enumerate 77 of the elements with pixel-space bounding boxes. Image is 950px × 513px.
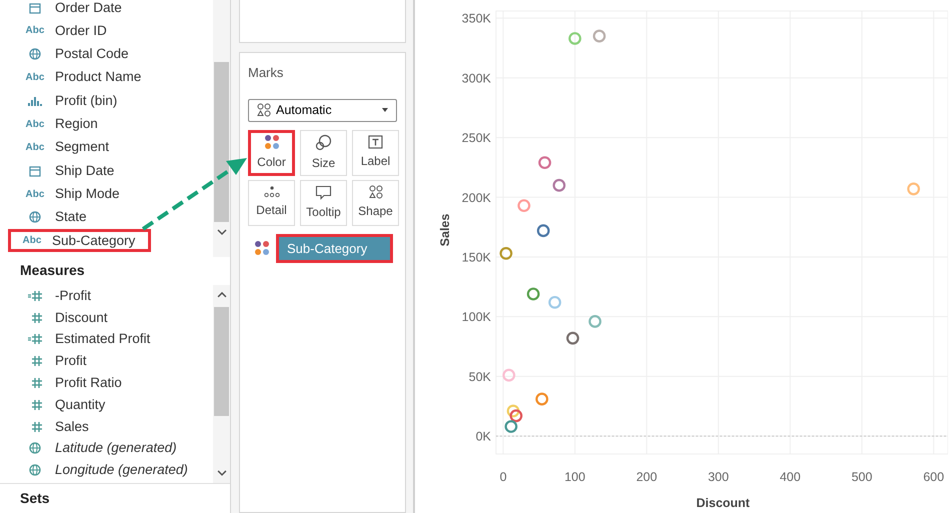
field-pill[interactable]: Sub-Category xyxy=(276,234,393,263)
field-item[interactable]: Ship Date xyxy=(0,159,213,182)
field-item[interactable]: Sales xyxy=(0,416,213,438)
shapes-icon xyxy=(368,185,382,199)
axis-tick-label: 300K xyxy=(462,71,491,86)
field-item[interactable]: State xyxy=(0,206,213,229)
field-item[interactable]: Longitude (generated) xyxy=(0,459,213,482)
color-dots-icon xyxy=(264,134,280,150)
field-item[interactable]: Postal Code xyxy=(0,42,213,66)
mark-type-dropdown[interactable]: Automatic xyxy=(248,98,397,122)
scroll-down-icon[interactable] xyxy=(216,227,228,237)
marks-card-button[interactable]: Detail xyxy=(248,180,295,226)
globe-icon xyxy=(29,464,41,476)
string-type-icon: Abc xyxy=(26,23,44,38)
axis-tick-label: 500 xyxy=(851,470,872,484)
caret-icon xyxy=(381,107,389,113)
section-header: Sets xyxy=(19,489,51,508)
size-circles-icon xyxy=(315,134,332,150)
field-item[interactable]: Profit Ratio xyxy=(0,372,213,394)
field-item[interactable]: Order Date xyxy=(0,0,213,20)
marks-title: Marks xyxy=(248,64,284,82)
field-item[interactable]: Profit xyxy=(0,350,213,372)
speech-bubble-icon xyxy=(315,184,332,200)
shapes-icon xyxy=(257,103,271,117)
field-item[interactable]: Estimated Profit xyxy=(0,328,213,350)
axis-tick-label: 0K xyxy=(476,430,491,444)
field-item[interactable]: Abc Product Name xyxy=(0,66,213,90)
scroll-up-icon[interactable] xyxy=(216,290,228,300)
scrollbar-thumb[interactable] xyxy=(214,306,229,416)
marks-card-button[interactable]: Label xyxy=(352,130,399,176)
field-item[interactable]: Abc Ship Mode xyxy=(0,182,213,206)
string-type-icon: Abc xyxy=(26,140,44,155)
axis-tick-label: 100 xyxy=(564,470,586,484)
marks-card-button[interactable]: Shape xyxy=(352,180,399,226)
calculated-measure-icon xyxy=(28,333,42,346)
field-item[interactable]: Abc Region xyxy=(0,112,213,136)
calculated-measure-icon xyxy=(28,290,42,302)
axis-tick-label: 50K xyxy=(468,370,491,384)
axis-tick-label: 600 xyxy=(923,470,944,484)
calendar-icon xyxy=(29,2,41,14)
bar-chart-icon xyxy=(28,94,42,107)
axis-tick-label: 250K xyxy=(462,131,491,146)
field-item[interactable]: Abc Segment xyxy=(0,136,213,160)
detail-dots-icon xyxy=(264,186,280,198)
scrollbar-thumb[interactable] xyxy=(214,62,229,222)
field-item[interactable]: Quantity xyxy=(0,394,213,416)
scroll-down-icon[interactable] xyxy=(216,468,228,478)
marks-card-button[interactable]: Tooltip xyxy=(300,180,347,226)
axis-tick-label: 400 xyxy=(780,470,801,484)
globe-icon xyxy=(29,48,41,60)
axis-tick-label: 200K xyxy=(462,190,491,205)
axis-tick-label: 300 xyxy=(708,470,729,484)
field-item[interactable]: Profit (bin) xyxy=(0,89,213,112)
axis-tick-label: 0 xyxy=(500,470,507,484)
axis-tick-label: 350K xyxy=(462,12,491,26)
string-type-icon: Abc xyxy=(22,233,42,248)
marks-card-button[interactable]: Color xyxy=(248,130,295,176)
string-type-icon: Abc xyxy=(26,116,44,132)
section-header: Measures xyxy=(19,261,86,280)
axis-title: Discount xyxy=(696,496,750,510)
field-item[interactable]: -Profit xyxy=(0,285,213,307)
axis-title: Sales xyxy=(438,214,452,246)
field-item[interactable]: Abc Sub-Category xyxy=(8,228,151,252)
field-item[interactable]: Abc Order ID xyxy=(0,19,213,43)
label-box-icon xyxy=(368,135,383,149)
axis-tick-label: 150K xyxy=(462,250,491,264)
marks-card-button[interactable]: Size xyxy=(300,130,347,176)
axis-tick-label: 200 xyxy=(636,470,658,484)
string-type-icon: Abc xyxy=(26,186,44,202)
globe-icon xyxy=(29,211,41,224)
calendar-icon xyxy=(29,164,41,177)
string-type-icon: Abc xyxy=(26,70,44,86)
globe-icon xyxy=(29,442,41,454)
field-item[interactable]: Latitude (generated) xyxy=(0,438,213,460)
color-dots-icon xyxy=(254,240,270,256)
axis-tick-label: 100K xyxy=(462,310,491,324)
field-item[interactable]: Discount xyxy=(0,306,213,329)
